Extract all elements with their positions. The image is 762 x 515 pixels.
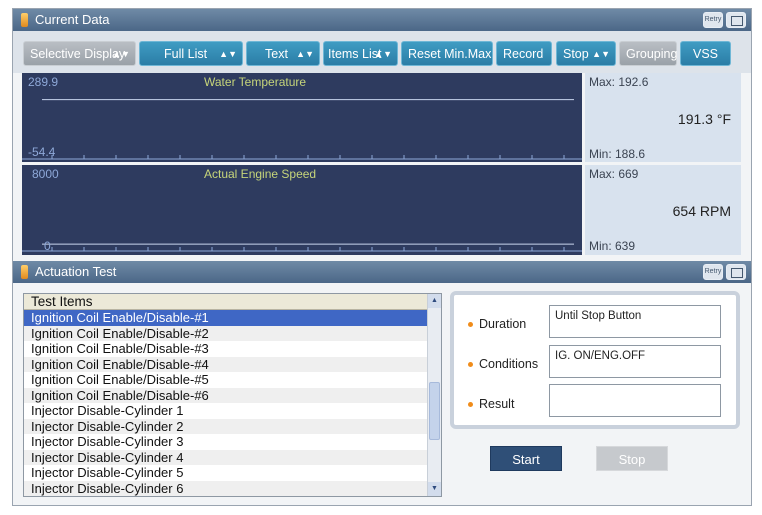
list-item[interactable]: Ignition Coil Enable/Disable-#4 — [24, 356, 441, 372]
list-item[interactable]: Ignition Coil Enable/Disable-#5 — [24, 372, 441, 388]
grouping-button[interactable]: Grouping — [619, 41, 677, 66]
duration-label: Duration — [468, 317, 526, 331]
vss-button[interactable]: VSS — [680, 41, 731, 66]
current-data-toolbar: Selective Display ▲▼ Full List ▲▼ Text ▲▼ I… — [13, 31, 751, 73]
current-data-title: Current Data — [35, 12, 110, 27]
stop-dropdown[interactable]: Stop ▲▼ — [556, 41, 616, 66]
min-value: Min: 188.6 — [589, 147, 646, 161]
reset-min-max-button[interactable]: Reset Min.Max — [401, 41, 493, 66]
bullet-icon — [468, 362, 473, 368]
retry-icon[interactable]: Retry — [703, 264, 723, 280]
app-frame: Current Data Retry Selective Display ▲▼ F… — [12, 8, 752, 506]
list-item[interactable]: Injector Disable-Cylinder 1 — [24, 403, 441, 419]
graph-name: Actual Engine Speed — [204, 167, 317, 181]
duration-field: Until Stop Button — [549, 305, 721, 338]
max-value: Max: 669 — [589, 167, 639, 181]
scroll-thumb[interactable] — [429, 382, 440, 440]
list-item[interactable]: Injector Disable-Cylinder 3 — [24, 434, 441, 450]
updown-arrows-icon: ▲▼ — [219, 49, 237, 59]
updown-arrows-icon: ▲▼ — [112, 49, 130, 59]
list-item[interactable]: Ignition Coil Enable/Disable-#1 — [24, 310, 441, 326]
list-scrollbar[interactable]: ▲ ▼ — [427, 294, 441, 496]
engine-speed-readout: Max: 669 654 RPM Min: 639 — [585, 165, 741, 255]
panel-marker-icon — [21, 265, 28, 279]
updown-arrows-icon: ▲▼ — [592, 49, 610, 59]
result-field — [549, 384, 721, 417]
list-item[interactable]: Injector Disable-Cylinder 4 — [24, 449, 441, 465]
retry-icon[interactable]: Retry — [703, 12, 723, 28]
updown-arrows-icon: ▲▼ — [296, 49, 314, 59]
record-button[interactable]: Record — [496, 41, 552, 66]
test-items-list: Test Items Ignition Coil Enable/Disable-… — [23, 293, 442, 497]
maximize-icon[interactable] — [726, 264, 746, 280]
panel-marker-icon — [21, 13, 28, 27]
list-item[interactable]: Injector Disable-Cylinder 5 — [24, 465, 441, 481]
y-max-label: 289.9 — [28, 75, 59, 89]
list-item[interactable]: Ignition Coil Enable/Disable-#3 — [24, 341, 441, 357]
full-list-dropdown[interactable]: Full List ▲▼ — [139, 41, 243, 66]
list-item[interactable]: Injector Disable-Cylinder 6 — [24, 480, 441, 496]
list-item[interactable]: Ignition Coil Enable/Disable-#2 — [24, 325, 441, 341]
start-button[interactable]: Start — [490, 446, 562, 471]
current-value: 654 RPM — [672, 203, 731, 219]
actuation-test-titlebar: Actuation Test Retry — [13, 261, 751, 283]
stop-button[interactable]: Stop — [596, 446, 668, 471]
bullet-icon — [468, 322, 473, 328]
actuation-test-title: Actuation Test — [35, 264, 117, 279]
scroll-up-icon[interactable]: ▲ — [428, 294, 441, 308]
conditions-field: IG. ON/ENG.OFF — [549, 345, 721, 378]
graph-name: Water Temperature — [204, 75, 307, 89]
min-value: Min: 639 — [589, 239, 636, 253]
list-item[interactable]: Injector Disable-Cylinder 2 — [24, 418, 441, 434]
water-temperature-graph: 289.9 -54.4 Water Temperature — [22, 73, 582, 162]
result-label: Result — [468, 397, 514, 411]
water-temperature-readout: Max: 192.6 191.3 °F Min: 188.6 — [585, 73, 741, 162]
maximize-icon[interactable] — [726, 12, 746, 28]
y-max-label: 8000 — [32, 167, 59, 181]
y-min-label: -54.4 — [28, 145, 56, 159]
text-dropdown[interactable]: Text ▲▼ — [246, 41, 320, 66]
selective-display-dropdown[interactable]: Selective Display ▲▼ — [23, 41, 136, 66]
bullet-icon — [468, 402, 473, 408]
conditions-label: Conditions — [468, 357, 538, 371]
list-header: Test Items — [24, 294, 441, 310]
items-list-dropdown[interactable]: Items List ▲▼ — [323, 41, 398, 66]
scroll-down-icon[interactable]: ▼ — [428, 482, 441, 496]
current-value: 191.3 °F — [677, 111, 731, 127]
y-min-label: 0 — [44, 239, 51, 253]
current-data-titlebar: Current Data Retry — [13, 9, 751, 31]
updown-arrows-icon: ▲▼ — [374, 49, 392, 59]
list-item[interactable]: Ignition Coil Enable/Disable-#6 — [24, 387, 441, 403]
test-parameters-panel: Duration Until Stop Button Conditions IG… — [450, 291, 740, 429]
max-value: Max: 192.6 — [589, 75, 649, 89]
engine-speed-graph: 8000 0 Actual Engine Speed — [22, 165, 582, 255]
